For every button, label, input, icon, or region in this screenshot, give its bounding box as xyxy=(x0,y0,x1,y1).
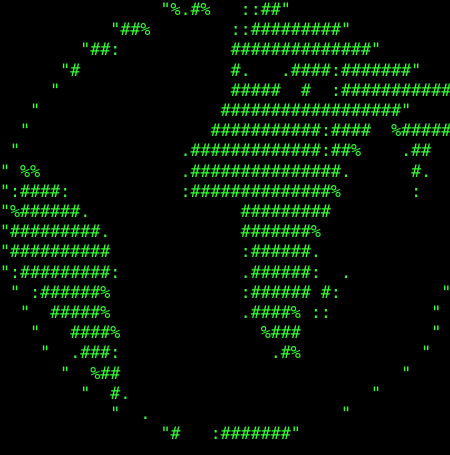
ascii-globe-art: "%.#% ::##" "##% ::#########" "##: #####… xyxy=(0,0,450,444)
terminal-screen: "%.#% ::##" "##% ::#########" "##: #####… xyxy=(0,0,450,455)
